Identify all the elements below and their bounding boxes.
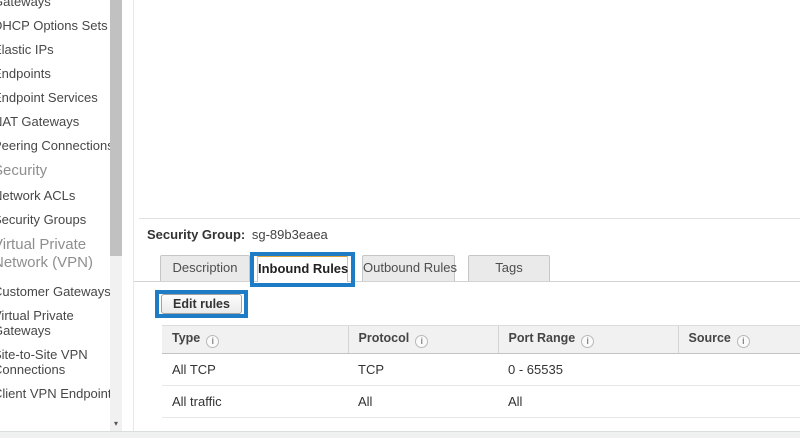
sidebar-section-vpn: Virtual Private Network (VPN) [0, 236, 123, 272]
column-label: Port Range [509, 331, 576, 345]
sidebar-item-nat-gateways[interactable]: NAT Gateways [0, 114, 123, 129]
column-header-source[interactable]: Sourcei [678, 326, 800, 354]
sidebar-item-elastic-ips[interactable]: Elastic IPs [0, 42, 123, 57]
aws-vpc-console-screen: Gateways DHCP Options Sets Elastic IPs E… [0, 0, 800, 438]
tab-tags[interactable]: Tags [468, 255, 550, 281]
security-group-title: Security Group: sg-89b3eaea [147, 227, 328, 242]
cell-source [678, 386, 800, 418]
sidebar-section-security: Security [0, 162, 123, 180]
vpc-sidebar: Gateways DHCP Options Sets Elastic IPs E… [0, 0, 134, 431]
inbound-rules-table: Typei Protocoli Port Rangei Sourcei All … [162, 325, 800, 418]
info-icon[interactable]: i [206, 335, 219, 348]
sidebar-item-network-acls[interactable]: Network ACLs [0, 188, 123, 203]
sidebar-item-endpoints[interactable]: Endpoints [0, 66, 123, 81]
scrollbar-thumb[interactable] [110, 0, 122, 256]
column-label: Protocol [359, 331, 410, 345]
column-header-port-range[interactable]: Port Range i [498, 326, 678, 354]
main-panel: Security Group: sg-89b3eaea Description I… [134, 0, 800, 431]
table-row: All TCP TCP 0 - 65535 [162, 354, 800, 386]
column-header-protocol[interactable]: Protocol i [348, 326, 498, 354]
footer-strip [0, 431, 800, 438]
cell-port-range: 0 - 65535 [498, 354, 678, 386]
sidebar-scrollbar[interactable]: ▾ [110, 0, 122, 431]
sidebar-item-peering-connections[interactable]: Peering Connections [0, 138, 123, 153]
sidebar-item-gateways[interactable]: Gateways [0, 0, 123, 9]
cell-type: All traffic [162, 386, 348, 418]
sidebar-item-virtual-private-gateways[interactable]: Virtual Private Gateways [0, 308, 123, 338]
info-icon[interactable]: i [737, 335, 750, 348]
security-group-detail-pane: Security Group: sg-89b3eaea Description I… [134, 218, 800, 431]
security-group-label: Security Group: [147, 227, 245, 242]
edit-rules-highlight-box: Edit rules [161, 294, 242, 314]
sidebar-item-dhcp-options-sets[interactable]: DHCP Options Sets [0, 18, 123, 33]
sidebar-item-security-groups[interactable]: Security Groups [0, 212, 123, 227]
cell-protocol: All [348, 386, 498, 418]
info-icon[interactable]: i [581, 335, 594, 348]
security-group-id: sg-89b3eaea [252, 227, 328, 242]
cell-source [678, 354, 800, 386]
cell-protocol: TCP [348, 354, 498, 386]
edit-rules-button[interactable]: Edit rules [161, 294, 242, 314]
sidebar-item-client-vpn-endpoints[interactable]: Client VPN Endpoints [0, 386, 123, 401]
rules-toolbar: Edit rules [161, 294, 242, 314]
sidebar-item-endpoint-services[interactable]: Endpoint Services [0, 90, 123, 105]
cell-type: All TCP [162, 354, 348, 386]
scrollbar-down-arrow-icon[interactable]: ▾ [110, 419, 122, 429]
column-header-type[interactable]: Typei [162, 326, 348, 354]
table-header-row: Typei Protocoli Port Rangei Sourcei [162, 326, 800, 354]
tab-outbound-rules[interactable]: Outbound Rules [362, 255, 455, 281]
sidebar-item-site-to-site-vpn-connections[interactable]: Site-to-Site VPN Connections [0, 347, 123, 377]
cell-port-range: All [498, 386, 678, 418]
tab-bar: Description Inbound Rules Outbound Rules Ta… [134, 255, 800, 282]
table-row: All traffic All All [162, 386, 800, 418]
column-label: Type [172, 331, 200, 345]
sidebar-item-customer-gateways[interactable]: Customer Gateways [0, 284, 123, 299]
info-icon[interactable]: i [415, 335, 428, 348]
sidebar-nav: Gateways DHCP Options Sets Elastic IPs E… [0, 0, 123, 410]
column-label: Source [689, 331, 731, 345]
tab-inbound-rules[interactable]: Inbound Rules [257, 255, 348, 282]
tab-description[interactable]: Description [160, 255, 250, 281]
inbound-rules-highlight-box: Inbound Rules [257, 255, 348, 282]
